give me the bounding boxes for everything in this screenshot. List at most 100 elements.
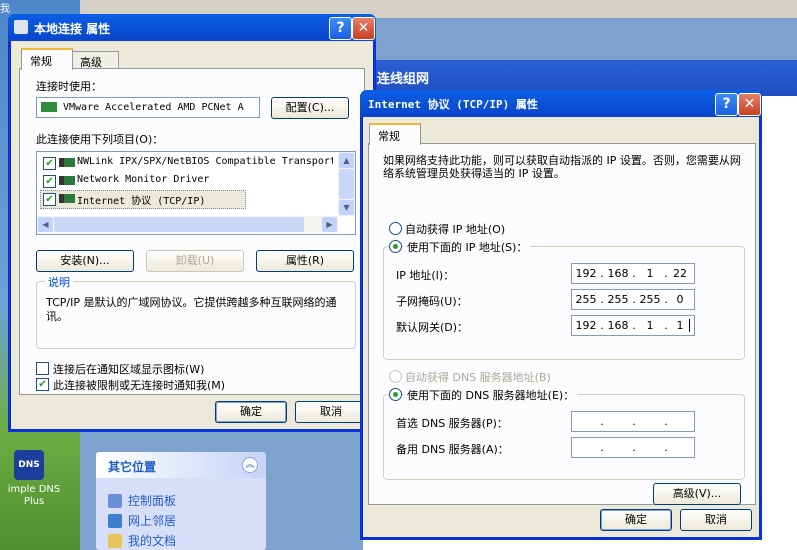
ip-address-field[interactable]: 192 . 168 . 1 . 22 <box>571 263 695 284</box>
connect-using-label: 连接时使用： <box>36 80 102 93</box>
advanced-button[interactable]: 高级(V)... <box>653 483 741 505</box>
gateway-octet: 192 <box>575 319 597 332</box>
auto-dns-label: 自动获得 DNS 服务器地址(B) <box>405 371 551 384</box>
dns-settings-group: 使用下面的 DNS 服务器地址(E)： 首选 DNS 服务器(P)： . . .… <box>383 387 745 480</box>
manual-ip-radio[interactable] <box>389 240 402 253</box>
component-label-tcpip: Internet 协议 (TCP/IP) <box>77 196 206 207</box>
other-places-panel: 其它位置 ︽ 控制面板 网上邻居 我的文档 <box>96 452 266 550</box>
adapter-field: VMware Accelerated AMD PCNet A <box>36 97 260 118</box>
network-connection-icon <box>14 20 28 34</box>
text-cursor <box>689 319 690 332</box>
scroll-down-icon[interactable]: ▼ <box>339 200 354 215</box>
network-places-icon <box>108 514 122 528</box>
cancel-button[interactable]: 取消 <box>680 509 752 531</box>
help-button[interactable]: ? <box>329 17 352 40</box>
mask-octet: 0 <box>676 293 684 306</box>
component-checkbox-tcpip[interactable]: ✔ <box>43 193 56 206</box>
show-icon-checkbox[interactable] <box>36 362 49 375</box>
gateway-octet: 1 <box>646 319 654 332</box>
ip-dot: . <box>632 441 636 454</box>
components-list-items: ✔ NWLink IPX/SPX/NetBIOS Compatible Tran… <box>37 152 337 216</box>
component-checkbox-netmon[interactable]: ✔ <box>43 175 56 188</box>
tab-advanced[interactable]: 高级 <box>71 51 119 69</box>
ip-dot: . <box>664 441 668 454</box>
subnet-mask-label: 子网掩码(U)： <box>396 295 468 308</box>
link-network-places-label: 网上邻居 <box>128 514 177 528</box>
tcpip-properties-dialog: Internet 协议 (TCP/IP) 属性 ? ✕ 常规 如果网络支持此功能… <box>360 90 762 540</box>
tcpip-dialog-title: Internet 协议 (TCP/IP) 属性 <box>368 98 538 111</box>
scroll-up-icon[interactable]: ▲ <box>339 153 354 168</box>
other-places-header[interactable]: 其它位置 ︽ <box>96 452 266 478</box>
ok-button[interactable]: 确定 <box>600 509 672 531</box>
link-my-documents[interactable]: 我的文档 <box>108 532 176 549</box>
properties-button[interactable]: 属性(R) <box>256 250 354 272</box>
link-network-places[interactable]: 网上邻居 <box>108 512 176 529</box>
ip-dot: . <box>600 293 604 306</box>
other-places-title: 其它位置 <box>108 460 157 474</box>
gateway-label: 默认网关(D)： <box>396 321 469 334</box>
ip-octet: 22 <box>673 267 687 280</box>
intro-text: 如果网络支持此功能，则可以获取自动指派的 IP 设置。否则，您需要从网络系统管理… <box>383 154 741 180</box>
lan-dialog-body: 常规 高级 连接时使用： VMware Accelerated AMD PCNe… <box>11 41 373 429</box>
auto-dns-radio <box>389 370 402 383</box>
list-vertical-scrollbar[interactable]: ▲ ▼ <box>338 152 355 216</box>
tcpip-title-bar[interactable]: Internet 协议 (TCP/IP) 属性 ? ✕ <box>360 90 762 117</box>
notify-checkbox[interactable]: ✔ <box>36 378 49 391</box>
gateway-octet: 168 <box>607 319 629 332</box>
alternate-dns-field[interactable]: . . . <box>571 437 695 458</box>
lan-dialog-title: 本地连接 属性 <box>34 22 111 36</box>
cancel-button[interactable]: 取消 <box>295 401 367 423</box>
ip-dot: . <box>600 267 604 280</box>
auto-ip-radio[interactable] <box>389 222 402 235</box>
protocol-icon <box>59 176 75 185</box>
components-list[interactable]: ✔ NWLink IPX/SPX/NetBIOS Compatible Tran… <box>36 151 356 235</box>
mask-octet: 255 <box>607 293 629 306</box>
component-checkbox-nwlink[interactable]: ✔ <box>43 157 56 170</box>
ip-dot: . <box>632 319 636 332</box>
scroll-right-icon[interactable]: ▶ <box>322 217 337 232</box>
scroll-h-thumb[interactable] <box>54 217 304 232</box>
close-button[interactable]: ✕ <box>738 93 761 116</box>
description-group: 说明 TCP/IP 是默认的广域网协议。它提供跨越多种互联网络的通讯。 <box>36 274 356 349</box>
control-panel-icon <box>108 494 122 508</box>
my-documents-icon <box>108 534 122 548</box>
general-tab-page: 如果网络支持此功能，则可以获取自动指派的 IP 设置。否则，您需要从网络系统管理… <box>368 143 756 505</box>
scroll-thumb[interactable] <box>339 169 354 199</box>
ip-dot: . <box>600 441 604 454</box>
ip-dot: . <box>600 319 604 332</box>
link-control-panel-label: 控制面板 <box>128 494 177 508</box>
subnet-mask-field[interactable]: 255 . 255 . 255 . 0 <box>571 289 695 310</box>
general-tab-page: 连接时使用： VMware Accelerated AMD PCNet A 配置… <box>19 68 365 395</box>
ip-octet: 168 <box>607 267 629 280</box>
notify-label: 此连接被限制或无连接时通知我(M) <box>53 379 226 392</box>
gateway-field[interactable]: 192 . 168 . 1 . 1 <box>571 315 695 336</box>
desktop-partial-label: 我 <box>0 4 10 15</box>
install-button[interactable]: 安装(N)... <box>36 250 134 272</box>
collapse-chevron-icon[interactable]: ︽ <box>242 457 258 473</box>
protocol-icon <box>59 194 75 203</box>
ok-button[interactable]: 确定 <box>215 401 287 423</box>
tab-general[interactable]: 常规 <box>21 48 73 70</box>
tab-general[interactable]: 常规 <box>369 123 421 145</box>
show-icon-label: 连接后在通知区域显示图标(W) <box>53 363 205 376</box>
link-my-documents-label: 我的文档 <box>128 534 177 548</box>
ip-dot: . <box>632 293 636 306</box>
mask-octet: 255 <box>639 293 661 306</box>
preferred-dns-field[interactable]: . . . <box>571 411 695 432</box>
lan-properties-dialog: 本地连接 属性 ? ✕ 常规 高级 连接时使用： VMware Accelera… <box>8 14 376 432</box>
tab-general-label: 常规 <box>30 55 52 68</box>
configure-button[interactable]: 配置(C)... <box>271 97 349 119</box>
help-button[interactable]: ? <box>715 93 738 116</box>
manual-dns-radio[interactable] <box>389 388 402 401</box>
list-horizontal-scrollbar[interactable]: ◀ ▶ <box>37 216 338 233</box>
items-label: 此连接使用下列项目(O)： <box>36 133 164 146</box>
scroll-left-icon[interactable]: ◀ <box>38 217 53 232</box>
link-control-panel[interactable]: 控制面板 <box>108 492 176 509</box>
lan-title-bar[interactable]: 本地连接 属性 ? ✕ <box>8 14 376 41</box>
simple-dns-plus-icon[interactable]: DNS <box>14 450 44 480</box>
close-button[interactable]: ✕ <box>352 17 375 40</box>
manual-dns-label: 使用下面的 DNS 服务器地址(E)： <box>404 387 578 403</box>
uninstall-button: 卸载(U) <box>146 250 244 272</box>
mask-octet: 255 <box>575 293 597 306</box>
preferred-dns-label: 首选 DNS 服务器(P)： <box>396 417 508 430</box>
